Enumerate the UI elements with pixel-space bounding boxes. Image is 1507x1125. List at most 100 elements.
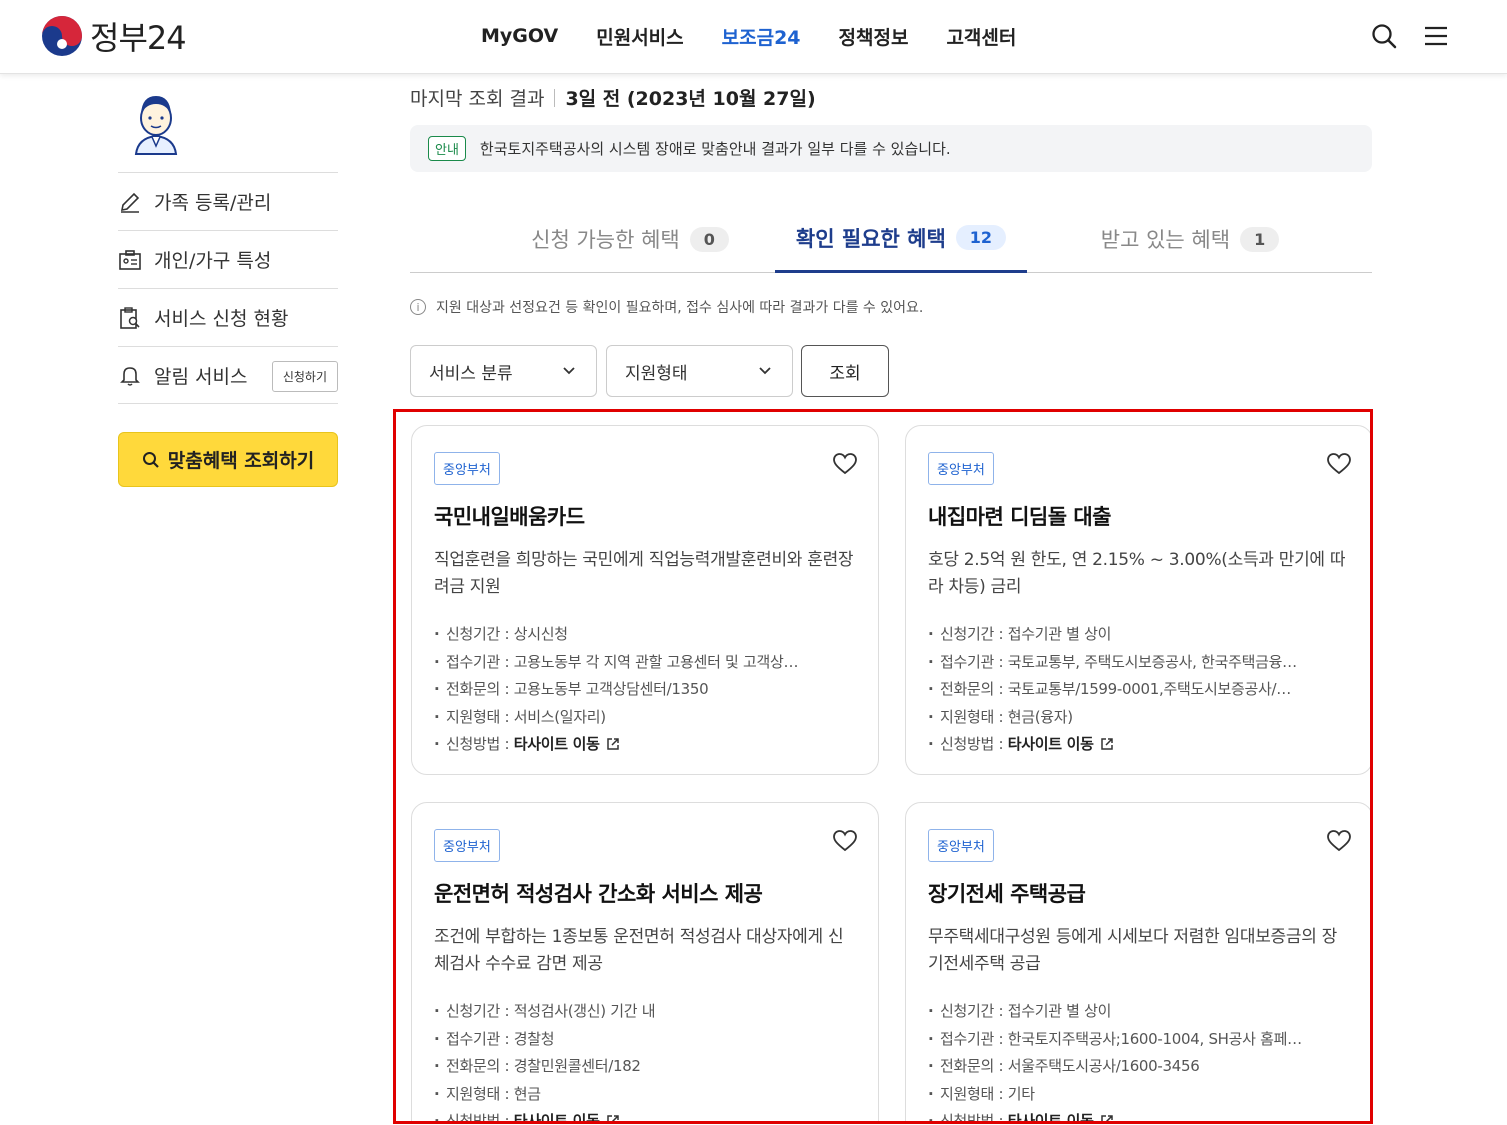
info-icon: i <box>410 299 426 315</box>
highlighted-results: 중앙부처 국민내일배움카드 직업훈련을 희망하는 국민에게 직업능력개발훈련비와… <box>393 409 1373 1124</box>
detail-method: 신청방법 : 타사이트 이동 <box>928 731 1350 759</box>
card-title[interactable]: 장기전세 주택공급 <box>928 878 1350 908</box>
tab-label: 받고 있는 혜택 <box>1100 228 1231 252</box>
card-details: 신청기간 : 접수기관 별 상이 접수기관 : 국토교통부, 주택도시보증공사,… <box>928 621 1350 759</box>
card-title[interactable]: 내집마련 디딤돌 대출 <box>928 501 1350 531</box>
sidebar-item-family[interactable]: 가족 등록/관리 <box>118 172 338 230</box>
detail-type: 지원형태 : 서비스(일자리) <box>434 704 856 732</box>
menu-icon[interactable] <box>1422 22 1450 50</box>
detail-period: 신청기간 : 상시신청 <box>434 621 856 649</box>
nav-item-subsidy24[interactable]: 보조금24 <box>703 23 820 50</box>
chevron-down-icon <box>563 367 575 375</box>
info-text: 지원 대상과 선정요건 등 확인이 필요하며, 접수 심사에 따라 결과가 다를… <box>436 300 924 316</box>
pencil-icon <box>118 190 142 214</box>
sidebar-item-label: 개인/가구 특성 <box>154 250 272 272</box>
card-description: 조건에 부합하는 1종보통 운전면허 적성검사 대상자에게 신체검사 수수료 감… <box>434 927 844 974</box>
card-title[interactable]: 국민내일배움카드 <box>434 501 856 531</box>
logo[interactable]: 정부24 <box>40 14 187 58</box>
tab-count: 12 <box>955 225 1007 250</box>
main-nav: MyGOV 민원서비스 보조금24 정책정보 고객센터 <box>462 0 1035 72</box>
benefit-card[interactable]: 중앙부처 국민내일배움카드 직업훈련을 희망하는 국민에게 직업능력개발훈련비와… <box>411 425 879 775</box>
detail-type: 지원형태 : 현금 <box>434 1081 856 1109</box>
tab-needs-check[interactable]: 확인 필요한 혜택 12 <box>775 205 1027 273</box>
detail-phone: 전화문의 : 서울주택도시공사/1600-3456 <box>928 1053 1350 1081</box>
external-link-icon <box>1100 1115 1113 1121</box>
sidebar-item-label: 서비스 신청 현황 <box>154 308 289 330</box>
nav-item-mygov[interactable]: MyGOV <box>462 25 577 47</box>
detail-method: 신청방법 : 타사이트 이동 <box>928 1108 1350 1124</box>
support-type-select[interactable]: 지원형태 <box>606 345 793 397</box>
search-button[interactable]: 조회 <box>801 345 889 397</box>
chevron-down-icon <box>759 367 771 375</box>
custom-benefit-search-button[interactable]: 맞춤혜택 조회하기 <box>118 432 338 487</box>
benefit-card[interactable]: 중앙부처 내집마련 디딤돌 대출 호당 2.5억 원 한도, 연 2.15% ~… <box>905 425 1370 775</box>
heart-icon[interactable] <box>832 452 858 476</box>
taegeuk-logo-icon <box>42 16 82 56</box>
tab-count: 0 <box>689 226 729 252</box>
select-value: 서비스 분류 <box>429 363 513 384</box>
tab-receiving[interactable]: 받고 있는 혜택 1 <box>1040 205 1340 273</box>
nav-item-civil-service[interactable]: 민원서비스 <box>577 23 702 50</box>
search-icon <box>142 451 159 468</box>
card-details: 신청기간 : 접수기관 별 상이 접수기관 : 한국토지주택공사;1600-10… <box>928 998 1350 1124</box>
external-site-link[interactable]: 타사이트 이동 <box>514 735 600 753</box>
avatar <box>134 96 178 155</box>
search-icon[interactable] <box>1370 22 1398 50</box>
notice-badge: 안내 <box>428 136 466 161</box>
method-label: 신청방법 : <box>940 735 1008 753</box>
detail-phone: 전화문의 : 고용노동부 고객상담센터/1350 <box>434 676 856 704</box>
tab-available[interactable]: 신청 가능한 혜택 0 <box>470 205 790 273</box>
sidebar-item-label: 가족 등록/관리 <box>154 192 272 214</box>
nav-item-policy-info[interactable]: 정책정보 <box>820 23 928 50</box>
category-badge: 중앙부처 <box>928 829 994 862</box>
alert-apply-button[interactable]: 신청하기 <box>271 361 338 392</box>
card-title[interactable]: 운전면허 적성검사 간소화 서비스 제공 <box>434 878 856 908</box>
id-card-icon <box>118 248 142 272</box>
detail-agency: 접수기관 : 한국토지주택공사;1600-1004, SH공사 홈페… <box>928 1026 1350 1054</box>
detail-type: 지원형태 : 기타 <box>928 1081 1350 1109</box>
card-details: 신청기간 : 적성검사(갱신) 기간 내 접수기관 : 경찰청 전화문의 : 경… <box>434 998 856 1124</box>
clipboard-search-icon <box>118 306 142 330</box>
heart-icon[interactable] <box>1326 829 1352 853</box>
method-label: 신청방법 : <box>446 1112 514 1124</box>
category-badge: 중앙부처 <box>434 829 500 862</box>
notice-text: 한국토지주택공사의 시스템 장애로 맞춤안내 결과가 일부 다를 수 있습니다. <box>479 140 951 158</box>
external-link-icon <box>606 1115 619 1121</box>
external-site-link[interactable]: 타사이트 이동 <box>1008 1112 1094 1121</box>
card-details: 신청기간 : 상시신청 접수기관 : 고용노동부 각 지역 관할 고용센터 및 … <box>434 621 856 759</box>
detail-agency: 접수기관 : 경찰청 <box>434 1026 856 1054</box>
detail-phone: 전화문의 : 국토교통부/1599-0001,주택도시보증공사/… <box>928 676 1350 704</box>
tab-count: 1 <box>1240 226 1280 252</box>
sidebar-menu: 가족 등록/관리 개인/가구 특성 서비스 신청 현황 알림 서비스 신청하기 <box>118 172 338 404</box>
method-label: 신청방법 : <box>940 1112 1008 1124</box>
card-description: 무주택세대구성원 등에게 시세보다 저렴한 임대보증금의 장기전세주택 공급 <box>928 927 1338 974</box>
info-notice: i 지원 대상과 선정요건 등 확인이 필요하며, 접수 심사에 따라 결과가 … <box>410 297 923 317</box>
benefit-card[interactable]: 중앙부처 운전면허 적성검사 간소화 서비스 제공 조건에 부합하는 1종보통 … <box>411 802 879 1124</box>
cta-label: 맞춤혜택 조회하기 <box>167 450 315 472</box>
nav-item-customer-center[interactable]: 고객센터 <box>927 23 1035 50</box>
category-badge: 중앙부처 <box>928 452 994 485</box>
last-result-label: 마지막 조회 결과 <box>410 88 545 110</box>
external-site-link[interactable]: 타사이트 이동 <box>1008 735 1094 753</box>
external-site-link[interactable]: 타사이트 이동 <box>514 1112 600 1121</box>
service-category-select[interactable]: 서비스 분류 <box>410 345 597 397</box>
detail-method: 신청방법 : 타사이트 이동 <box>434 731 856 759</box>
sidebar-item-label: 알림 서비스 <box>154 365 248 388</box>
tab-label: 신청 가능한 혜택 <box>531 228 680 252</box>
sidebar-item-alerts[interactable]: 알림 서비스 신청하기 <box>118 346 338 404</box>
heart-icon[interactable] <box>832 829 858 853</box>
detail-agency: 접수기관 : 국토교통부, 주택도시보증공사, 한국주택금융… <box>928 649 1350 677</box>
sidebar-item-applications[interactable]: 서비스 신청 현황 <box>118 288 338 346</box>
tab-label: 확인 필요한 혜택 <box>795 226 946 251</box>
notice-banner: 안내 한국토지주택공사의 시스템 장애로 맞춤안내 결과가 일부 다를 수 있습… <box>410 125 1372 172</box>
logo-text: 정부24 <box>90 19 187 57</box>
detail-type: 지원형태 : 현금(융자) <box>928 704 1350 732</box>
sidebar-item-household[interactable]: 개인/가구 특성 <box>118 230 338 288</box>
benefit-card[interactable]: 중앙부처 장기전세 주택공급 무주택세대구성원 등에게 시세보다 저렴한 임대보… <box>905 802 1370 1124</box>
heart-icon[interactable] <box>1326 452 1352 476</box>
detail-period: 신청기간 : 적성검사(갱신) 기간 내 <box>434 998 856 1026</box>
method-label: 신청방법 : <box>446 735 514 753</box>
detail-period: 신청기간 : 접수기관 별 상이 <box>928 998 1350 1026</box>
detail-agency: 접수기관 : 고용노동부 각 지역 관할 고용센터 및 고객상… <box>434 649 856 677</box>
last-result: 마지막 조회 결과 3일 전 (2023년 10월 27일) <box>410 84 816 111</box>
